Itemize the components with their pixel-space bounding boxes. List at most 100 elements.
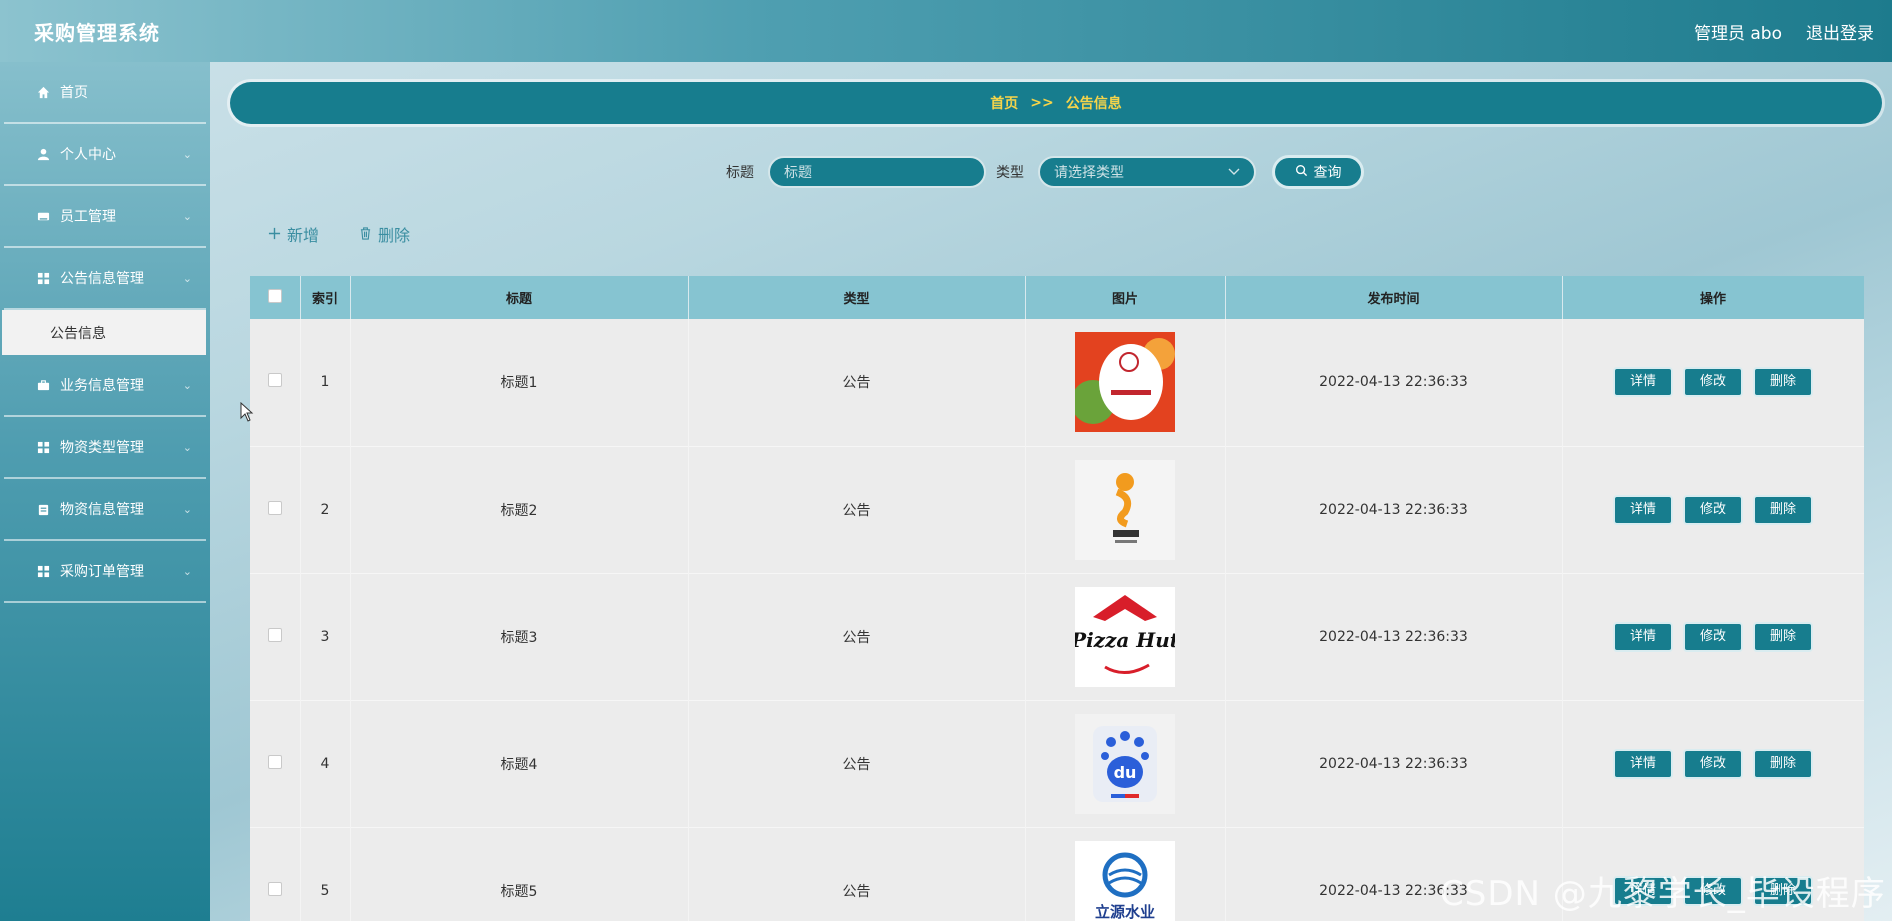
search-bar: 标题 标题 类型 请选择类型 查询 bbox=[726, 155, 1364, 189]
baidu-logo-text: du bbox=[1114, 763, 1137, 782]
row-select-cell bbox=[250, 827, 301, 921]
row-type: 公告 bbox=[688, 319, 1026, 446]
id-card-icon bbox=[34, 210, 52, 223]
sidebar-item-purchase-order[interactable]: 采购订单管理 ⌄ bbox=[4, 541, 206, 603]
column-header: 图片 bbox=[1025, 276, 1226, 319]
mouse-cursor-icon bbox=[240, 401, 254, 426]
logout-link[interactable]: 退出登录 bbox=[1806, 19, 1874, 44]
detail-button[interactable]: 详情 bbox=[1613, 494, 1673, 525]
row-publish-time: 2022-04-13 22:36:33 bbox=[1225, 319, 1563, 446]
sidebar-item-notice-mgmt[interactable]: 公告信息管理 ⌄ bbox=[4, 248, 206, 310]
chevron-down-icon: ⌄ bbox=[182, 502, 192, 516]
type-select-placeholder: 请选择类型 bbox=[1054, 165, 1124, 181]
app-title: 采购管理系统 bbox=[34, 20, 160, 45]
delete-button[interactable]: 删除 bbox=[1753, 621, 1813, 652]
user-label: 管理员 abo bbox=[1693, 23, 1782, 44]
plus-icon bbox=[268, 225, 281, 244]
table-row: 4 标题4 公告 du 2022-04-13 22:36:33 详情 修改 删除 bbox=[250, 700, 1864, 827]
title-search-input[interactable]: 标题 bbox=[768, 156, 986, 188]
row-publish-time: 2022-04-13 22:36:33 bbox=[1225, 573, 1563, 700]
row-image-cell bbox=[1025, 446, 1226, 573]
column-header: 操作 bbox=[1562, 276, 1864, 319]
row-index: 4 bbox=[300, 700, 351, 827]
query-button[interactable]: 查询 bbox=[1272, 155, 1364, 189]
chevron-down-icon bbox=[1228, 164, 1240, 180]
batch-delete-button[interactable]: 删除 bbox=[359, 222, 410, 246]
row-title: 标题4 bbox=[350, 700, 689, 827]
water-company-logo-image: 立源水业 bbox=[1075, 840, 1175, 921]
sidebar-item-material-type[interactable]: 物资类型管理 ⌄ bbox=[4, 417, 206, 479]
column-header: 标题 bbox=[350, 276, 689, 319]
edit-button[interactable]: 修改 bbox=[1683, 875, 1743, 906]
add-button-label: 新增 bbox=[287, 226, 320, 245]
row-type: 公告 bbox=[688, 573, 1026, 700]
delete-button[interactable]: 删除 bbox=[1753, 748, 1813, 779]
baidu-logo-image: du bbox=[1075, 713, 1175, 814]
row-title: 标题5 bbox=[350, 827, 689, 921]
sidebar-item-business[interactable]: 业务信息管理 ⌄ bbox=[4, 355, 206, 417]
sidebar-item-material-info[interactable]: 物资信息管理 ⌄ bbox=[4, 479, 206, 541]
pizza-hut-logo-image: Pizza Hut bbox=[1075, 586, 1175, 687]
row-checkbox[interactable] bbox=[267, 881, 282, 896]
breadcrumb-home[interactable]: 首页 bbox=[990, 93, 1018, 113]
sidebar-item-profile[interactable]: 个人中心 ⌄ bbox=[4, 124, 206, 186]
row-title: 标题2 bbox=[350, 446, 689, 573]
edit-button[interactable]: 修改 bbox=[1683, 494, 1743, 525]
detail-button[interactable]: 详情 bbox=[1613, 367, 1673, 398]
row-index: 1 bbox=[300, 319, 351, 446]
notice-table: 索引 标题 类型 图片 发布时间 操作 1 标题1 公告 2022-04-13 … bbox=[250, 276, 1864, 921]
edit-button[interactable]: 修改 bbox=[1683, 367, 1743, 398]
type-select[interactable]: 请选择类型 bbox=[1038, 156, 1256, 188]
home-icon bbox=[34, 86, 52, 99]
row-type: 公告 bbox=[688, 700, 1026, 827]
select-all-checkbox[interactable] bbox=[267, 288, 282, 303]
row-select-cell bbox=[250, 446, 301, 573]
detail-button[interactable]: 详情 bbox=[1613, 875, 1673, 906]
trash-icon bbox=[359, 225, 372, 244]
row-publish-time: 2022-04-13 22:36:33 bbox=[1225, 446, 1563, 573]
table-row: 2 标题2 公告 2022-04-13 22:36:33 详情 修改 删除 bbox=[250, 446, 1864, 573]
delete-button[interactable]: 删除 bbox=[1753, 367, 1813, 398]
sidebar-item-home[interactable]: 首页 bbox=[4, 62, 206, 124]
delete-button[interactable]: 删除 bbox=[1753, 875, 1813, 906]
row-publish-time: 2022-04-13 22:36:33 bbox=[1225, 700, 1563, 827]
pizza-burger-logo-image bbox=[1075, 332, 1175, 433]
delete-button[interactable]: 删除 bbox=[1753, 494, 1813, 525]
row-title: 标题1 bbox=[350, 319, 689, 446]
row-select-cell bbox=[250, 319, 301, 446]
chevron-down-icon: ⌄ bbox=[182, 440, 192, 454]
sidebar-item-staff[interactable]: 员工管理 ⌄ bbox=[4, 186, 206, 248]
briefcase-icon bbox=[34, 379, 52, 392]
row-checkbox[interactable] bbox=[267, 754, 282, 769]
sidebar-item-label: 物资信息管理 bbox=[60, 502, 144, 518]
row-image-cell: 立源水业 bbox=[1025, 827, 1226, 921]
top-right: 管理员 abo 退出登录 bbox=[1694, 19, 1874, 44]
clipboard-icon bbox=[34, 503, 52, 516]
column-header: 发布时间 bbox=[1225, 276, 1563, 319]
sidebar-subitem-notice[interactable]: 公告信息 bbox=[2, 310, 206, 355]
row-checkbox[interactable] bbox=[267, 627, 282, 642]
row-image-cell: du bbox=[1025, 700, 1226, 827]
chevron-down-icon: ⌄ bbox=[182, 378, 192, 392]
row-checkbox[interactable] bbox=[267, 500, 282, 515]
batch-delete-button-label: 删除 bbox=[378, 226, 411, 245]
chevron-down-icon: ⌄ bbox=[182, 564, 192, 578]
select-all-header bbox=[250, 276, 301, 319]
row-type: 公告 bbox=[688, 446, 1026, 573]
detail-button[interactable]: 详情 bbox=[1613, 621, 1673, 652]
row-operations: 详情 修改 删除 bbox=[1562, 827, 1864, 921]
title-label: 标题 bbox=[726, 165, 754, 181]
row-index: 2 bbox=[300, 446, 351, 573]
sidebar-item-label: 员工管理 bbox=[60, 209, 116, 225]
edit-button[interactable]: 修改 bbox=[1683, 621, 1743, 652]
water-logo-text: 立源水业 bbox=[1095, 903, 1155, 921]
breadcrumb-current: 公告信息 bbox=[1065, 96, 1122, 112]
edit-button[interactable]: 修改 bbox=[1683, 748, 1743, 779]
search-icon bbox=[1295, 164, 1308, 181]
detail-button[interactable]: 详情 bbox=[1613, 748, 1673, 779]
grid-icon bbox=[34, 272, 52, 285]
row-operations: 详情 修改 删除 bbox=[1562, 700, 1864, 827]
row-select-cell bbox=[250, 573, 301, 700]
row-checkbox[interactable] bbox=[267, 373, 282, 388]
add-button[interactable]: 新增 bbox=[268, 222, 319, 246]
